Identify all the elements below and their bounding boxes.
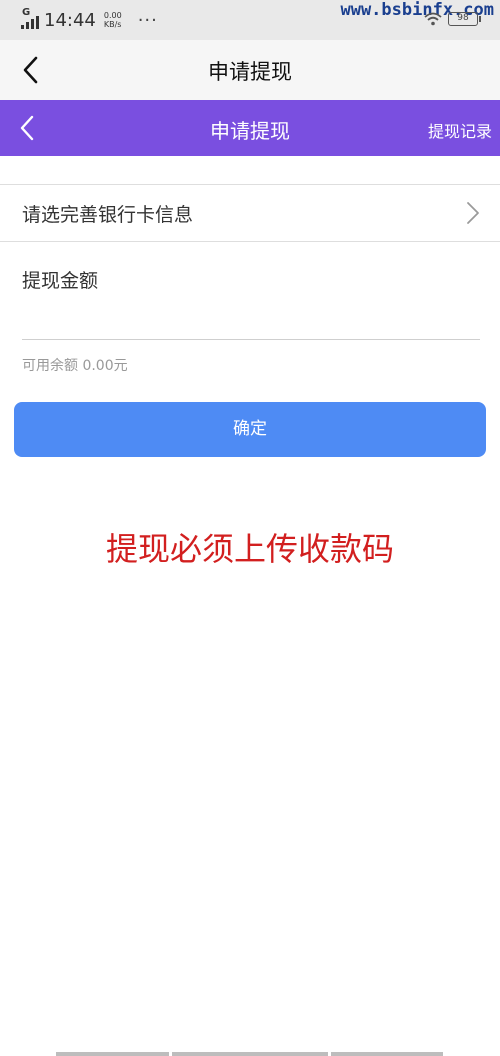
chevron-right-icon [467, 202, 479, 224]
withdraw-records-link[interactable]: 提现记录 [428, 118, 492, 142]
amount-label: 提现金额 [22, 270, 99, 292]
divider [0, 241, 500, 242]
more-notifications-icon: ··· [137, 9, 158, 31]
app-header: 申请提现 [0, 40, 500, 100]
confirm-button[interactable]: 确定 [14, 402, 486, 457]
status-left: G 14:44 0.00 KB/s ··· [20, 7, 158, 32]
bank-card-row[interactable]: 请选完善银行卡信息 [0, 185, 500, 241]
status-bar: G 14:44 0.00 KB/s ··· www.bsbinfx.com 98 [0, 0, 500, 40]
network-speed-unit: KB/s [103, 20, 122, 29]
network-speed-value: 0.00 [103, 11, 122, 20]
amount-input[interactable] [22, 296, 480, 340]
web-page-title: 申请提现 [210, 119, 290, 143]
bottom-nav-hint [0, 1052, 500, 1056]
battery-icon: 98 [448, 12, 481, 26]
page-title: 申请提现 [208, 60, 292, 84]
status-right: 98 [424, 12, 481, 26]
available-balance: 可用余额 0.00元 [22, 358, 128, 374]
withdraw-notice: 提现必须上传收款码 [105, 530, 394, 568]
web-header: 申请提现 提现记录 [0, 100, 500, 156]
bank-card-label: 请选完善银行卡信息 [22, 204, 194, 226]
status-time: 14:44 [44, 9, 96, 31]
signal-icon: G [20, 7, 42, 31]
network-speed: 0.00 KB/s [104, 11, 122, 29]
wifi-icon [424, 12, 442, 26]
